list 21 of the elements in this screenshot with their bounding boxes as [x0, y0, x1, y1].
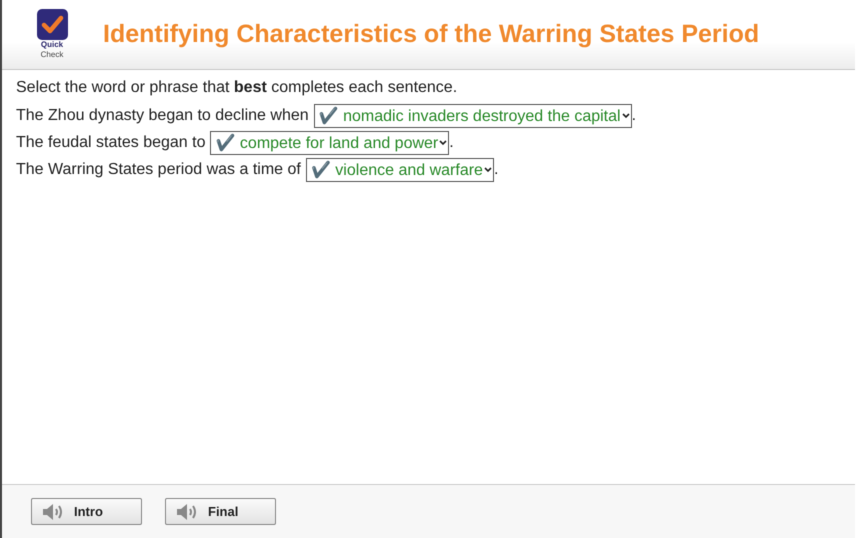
- sentence-period: .: [632, 106, 636, 124]
- chevron-icon: [439, 140, 448, 146]
- chevron-icon: [622, 112, 630, 118]
- audio-button[interactable]: Intro: [31, 498, 142, 525]
- answer-dropdown[interactable]: ✔ nomadic invaders destroyed the capital: [314, 104, 632, 128]
- chevron-icon: [484, 166, 492, 172]
- logo-text: Quick: [40, 40, 64, 50]
- sentence-text: The Warring States period was a time of: [16, 160, 301, 178]
- sentence-period: .: [449, 134, 454, 152]
- speaker-icon: [176, 502, 198, 520]
- logo-text: Check: [40, 50, 64, 60]
- answer-dropdown[interactable]: ✔ violence and warfare: [306, 158, 494, 182]
- answer-dropdown[interactable]: ✔ compete for land and power: [210, 130, 450, 154]
- instruction-text: Select the word or phrase that best completes each sentence.: [16, 79, 458, 98]
- sentence-text: The feudal states began to: [16, 134, 206, 152]
- sentence-text: The Zhou dynasty began to decline when: [16, 106, 309, 124]
- checkmark-logo-icon: [36, 9, 68, 40]
- sentence-period: .: [494, 160, 498, 178]
- audio-button[interactable]: Final: [165, 498, 276, 525]
- speaker-icon: [42, 502, 64, 520]
- page-title: Identifying Characteristics of the Warring States Period: [103, 20, 760, 49]
